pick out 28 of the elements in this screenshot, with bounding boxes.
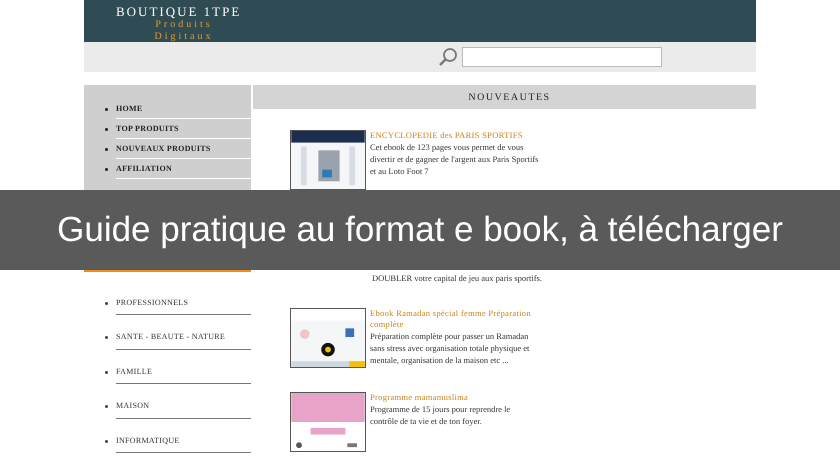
product-description: Programme de 15 jours pour reprendre le contrôle de ta vie et de ton foyer. — [370, 403, 512, 427]
menu-link[interactable]: AFFILIATION — [116, 159, 251, 179]
search-field[interactable] — [462, 47, 662, 67]
bullet-icon — [105, 168, 108, 170]
bullet-icon — [105, 148, 108, 150]
bullet-icon — [105, 128, 108, 130]
bullet-icon — [105, 302, 108, 305]
bullet-icon — [105, 336, 108, 340]
menu-link[interactable]: NOUVEAUX PRODUITS — [116, 139, 251, 159]
bullet-icon — [105, 108, 108, 110]
product-description: DOUBLER votre capital de jeu aux paris sportifs. — [372, 272, 542, 284]
product-description: Préparation complète pour passer un Ramadan sans stress avec organisation totale physique et mentale, organisation de la maison etc ... — [370, 330, 530, 366]
search-icon[interactable] — [438, 47, 458, 67]
site-title: BOUTIQUE 1TPE — [116, 5, 242, 19]
section-title: NOUVEAUTES — [468, 90, 551, 104]
menu-link[interactable]: TOP PRODUITS — [116, 119, 251, 139]
category-link[interactable]: INFORMATIQUE — [116, 429, 251, 454]
bullet-icon — [105, 405, 108, 408]
category-link[interactable]: PROFESSIONNELS — [116, 291, 251, 316]
category-link[interactable]: SANTE - BEAUTE - NATURE — [116, 326, 251, 350]
category-link[interactable]: MAISON — [116, 394, 251, 419]
site-subtitle: Produits Digitaux — [154, 19, 214, 43]
product-description: Cet ebook de 123 pages vous permet de vous divertir et de gagner de l'argent aux Paris Sportifs et au Loto Foot 7 — [370, 141, 540, 177]
bullet-icon — [105, 440, 108, 443]
menu-link[interactable]: HOME — [116, 99, 251, 119]
category-link[interactable]: FAMILLE — [116, 360, 251, 384]
bullet-icon — [105, 370, 108, 374]
banner-text: Guide pratique au format e book, à télécharger — [57, 210, 783, 250]
